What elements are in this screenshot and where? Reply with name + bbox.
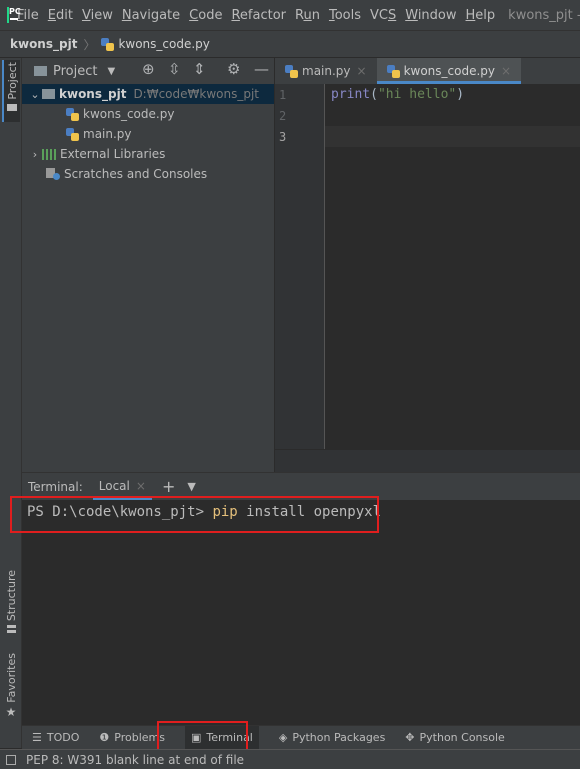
- library-icon: [42, 148, 56, 160]
- python-file-icon: [386, 64, 400, 78]
- structure-icon: [6, 625, 16, 634]
- tool-tab-project-label: Project: [5, 62, 19, 100]
- tool-button-label: Python Packages: [292, 731, 386, 744]
- menu-tools[interactable]: Tools: [329, 8, 361, 23]
- project-folder-icon: [34, 66, 47, 76]
- window-title: kwons_pjt -: [508, 7, 580, 23]
- terminal-body[interactable]: PS D:\code\kwons_pjt> pip install openpy…: [22, 500, 580, 725]
- minimize-icon[interactable]: —: [254, 60, 269, 78]
- menu-vcs[interactable]: VCS: [370, 8, 396, 23]
- tree-external-libraries-label: External Libraries: [60, 147, 166, 161]
- terminal-title: Terminal:: [28, 479, 83, 494]
- highlight-box-command: [10, 496, 379, 533]
- python-file-icon: [66, 107, 79, 121]
- tree-file-label: main.py: [83, 127, 132, 141]
- tool-button-problems[interactable]: ❶ Problems: [99, 731, 165, 744]
- editor-breadcrumb-bar: [275, 449, 580, 472]
- tool-tab-structure-label: Structure: [4, 570, 18, 622]
- editor-tab-main[interactable]: main.py ×: [275, 58, 377, 84]
- editor-tab-kwons-code[interactable]: kwons_code.py ×: [376, 58, 522, 84]
- line-number: 3: [279, 130, 287, 144]
- menu-help[interactable]: Help: [466, 8, 496, 23]
- project-panel: Project ▼ ⊕ ⇳ ⇕ ⚙ — ⌄ kwons_pjt D:₩code₩…: [22, 58, 275, 472]
- python-console-icon: ✥: [405, 731, 415, 744]
- caret-row: [325, 126, 580, 147]
- menu-edit[interactable]: Edit: [48, 8, 73, 23]
- close-icon[interactable]: ×: [357, 64, 367, 78]
- tool-button-python-packages[interactable]: ◈ Python Packages: [279, 731, 385, 744]
- folder-icon: [42, 89, 55, 99]
- packages-icon: ◈: [278, 731, 288, 744]
- tool-button-python-console[interactable]: ✥ Python Console: [405, 731, 505, 744]
- close-icon[interactable]: ×: [501, 64, 511, 78]
- breadcrumb-project[interactable]: kwons_pjt: [10, 37, 77, 51]
- menu-navigate[interactable]: Navigate: [122, 8, 180, 23]
- tool-tab-structure[interactable]: Structure: [2, 570, 20, 636]
- python-file-icon: [66, 127, 79, 141]
- tool-button-label: Python Console: [419, 731, 505, 744]
- tree-file-kwons-code[interactable]: kwons_code.py: [22, 104, 274, 124]
- editor-tabs: main.py × kwons_code.py ×: [275, 58, 580, 84]
- chevron-down-icon[interactable]: ▼: [107, 66, 115, 77]
- python-file-icon: [101, 37, 115, 51]
- tree-file-main[interactable]: main.py: [22, 124, 274, 144]
- warning-icon: ❶: [99, 731, 110, 744]
- breadcrumb: kwons_pjt 〉 kwons_code.py: [0, 30, 580, 58]
- editor-tab-label: kwons_code.py: [403, 64, 496, 78]
- tree-scratches-label: Scratches and Consoles: [64, 167, 208, 181]
- editor-tab-label: main.py: [302, 64, 351, 78]
- chevron-right-icon[interactable]: ›: [28, 148, 42, 161]
- left-tool-strip: Project Structure Favorites ★: [0, 58, 22, 748]
- list-icon: ☰: [32, 731, 42, 744]
- project-view-selector[interactable]: Project: [53, 64, 97, 79]
- tree-file-label: kwons_code.py: [83, 107, 175, 121]
- menu-refactor[interactable]: Refactor: [231, 8, 286, 23]
- scratches-icon: [46, 168, 60, 180]
- add-icon[interactable]: +: [162, 477, 175, 496]
- menu-code[interactable]: Code: [189, 8, 222, 23]
- tool-tab-favorites-label: Favorites: [4, 653, 18, 703]
- breadcrumb-file[interactable]: kwons_code.py: [118, 37, 209, 51]
- tool-window-toggle-icon[interactable]: [6, 754, 16, 765]
- menubar: File Edit View Navigate Code Refactor Ru…: [0, 0, 580, 30]
- bottom-toolbar: ☰ TODO ❶ Problems ▣ Terminal ◈ Python Pa…: [22, 725, 580, 750]
- tree-root-path: D:₩code₩kwons_pjt: [133, 87, 260, 101]
- tree-scratches[interactable]: Scratches and Consoles: [22, 164, 274, 184]
- close-icon[interactable]: ×: [136, 479, 146, 493]
- collapse-all-icon[interactable]: ⇕: [193, 60, 206, 78]
- project-toolbar: Project ▼ ⊕ ⇳ ⇕ ⚙ —: [22, 58, 274, 84]
- line-number: 2: [279, 109, 287, 123]
- status-message: PEP 8: W391 blank line at end of file: [26, 752, 245, 767]
- terminal-tab-label: Local: [98, 479, 130, 493]
- locate-icon[interactable]: ⊕: [142, 60, 155, 78]
- tool-button-todo[interactable]: ☰ TODO: [32, 731, 79, 744]
- status-bar: PEP 8: W391 blank line at end of file: [0, 749, 580, 769]
- pycharm-logo-icon: [7, 7, 21, 23]
- star-icon: ★: [5, 704, 17, 719]
- code-line: print("hi hello"): [331, 87, 465, 102]
- tool-tab-favorites[interactable]: Favorites ★: [2, 653, 20, 719]
- folder-icon: [7, 103, 17, 111]
- code-editor[interactable]: print("hi hello"): [325, 84, 580, 449]
- tree-root[interactable]: ⌄ kwons_pjt D:₩code₩kwons_pjt: [22, 84, 274, 104]
- tree-root-name: kwons_pjt: [59, 87, 127, 101]
- tree-external-libraries[interactable]: › External Libraries: [22, 144, 274, 164]
- chevron-down-icon[interactable]: ▼: [187, 480, 195, 493]
- line-number-gutter: 1 2 3: [275, 84, 325, 449]
- chevron-down-icon[interactable]: ⌄: [28, 88, 42, 101]
- python-file-icon: [285, 64, 298, 78]
- menu-window[interactable]: Window: [405, 8, 456, 23]
- gear-icon[interactable]: ⚙: [227, 60, 240, 78]
- menu-view[interactable]: View: [82, 8, 113, 23]
- menu-run[interactable]: Run: [295, 8, 320, 23]
- expand-all-icon[interactable]: ⇳: [168, 60, 181, 78]
- line-number: 1: [279, 88, 287, 102]
- tool-button-label: TODO: [46, 731, 80, 744]
- breadcrumb-separator: 〉: [83, 37, 96, 52]
- tool-tab-project[interactable]: Project: [2, 60, 20, 122]
